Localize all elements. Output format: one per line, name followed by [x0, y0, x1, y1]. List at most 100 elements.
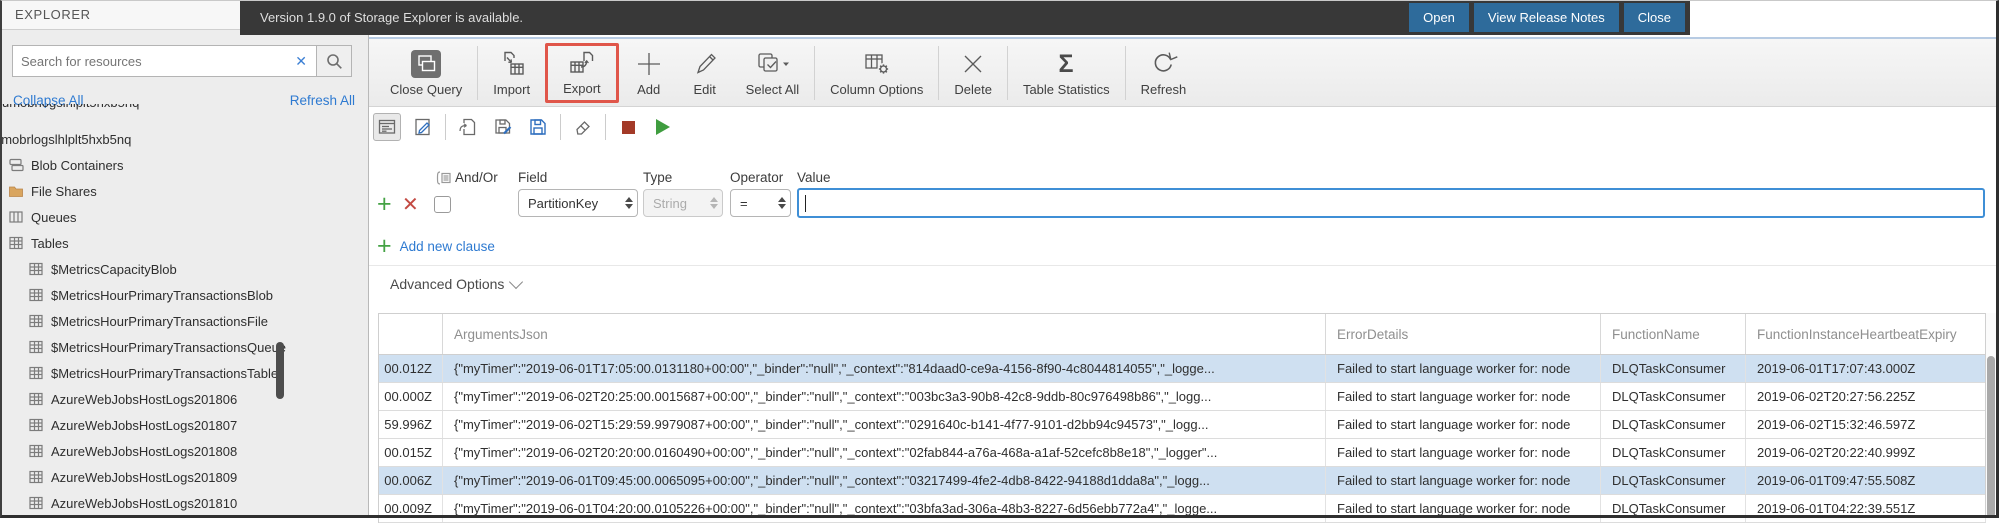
- search-icon: [326, 53, 343, 70]
- clear-query-button[interactable]: [570, 114, 596, 140]
- tree-item-table[interactable]: AzureWebJobsHostLogs201808: [0, 438, 368, 464]
- table-icon: [28, 391, 44, 407]
- save-query-icon: [528, 117, 548, 137]
- tree-item-queues[interactable]: Queues: [0, 204, 368, 230]
- column-header-argumentsjson[interactable]: ArgumentsJson: [443, 314, 1326, 354]
- column-header-heartbeatexpiry[interactable]: FunctionInstanceHeartbeatExpiry: [1746, 314, 1986, 354]
- toolbar-separator: [1125, 46, 1126, 100]
- sidebar-scrollbar[interactable]: [276, 342, 284, 399]
- stop-button[interactable]: [615, 114, 641, 140]
- tree-item-table[interactable]: AzureWebJobsHostLogs201810: [0, 490, 368, 516]
- table-statistics-button[interactable]: Σ Table Statistics: [1010, 49, 1123, 97]
- tree-item-storage-account[interactable]: umobrlogslhlplt5hxb5nq: [0, 126, 368, 152]
- run-button[interactable]: [650, 114, 676, 140]
- table-row[interactable]: 00.009Z {"myTimer":"2019-06-01T04:20:00.…: [379, 495, 1986, 523]
- table-icon: [28, 313, 44, 329]
- remove-clause-button[interactable]: ✕: [402, 189, 419, 219]
- search-button[interactable]: [316, 45, 352, 77]
- column-header-functionname[interactable]: FunctionName: [1601, 314, 1746, 354]
- table-row[interactable]: 00.015Z {"myTimer":"2019-06-02T20:20:00.…: [379, 439, 1986, 467]
- plus-icon: +: [377, 233, 392, 259]
- table-scrollbar-thumb[interactable]: [1987, 356, 1995, 518]
- query-editor-toolbar: [373, 113, 676, 141]
- table-icon: [28, 495, 44, 511]
- value-input[interactable]: [797, 188, 1985, 218]
- text-editor-button[interactable]: [410, 114, 436, 140]
- andor-header: And/Or: [435, 170, 498, 185]
- results-table: ArgumentsJson ErrorDetails FunctionName …: [378, 313, 1986, 523]
- text-cursor: [805, 195, 806, 212]
- update-notification-bar: Version 1.9.0 of Storage Explorer is ava…: [240, 0, 1690, 35]
- tree-item-table[interactable]: AzureWebJobsHostLogs201806: [0, 386, 368, 412]
- tree-item-clipped[interactable]: umobrlogslhlplt5hxb5nq: [0, 104, 368, 126]
- toolbar-separator: [560, 114, 561, 140]
- table-row[interactable]: 00.006Z {"myTimer":"2019-06-01T09:45:00.…: [379, 467, 1986, 495]
- clear-query-icon: [573, 117, 593, 137]
- add-button[interactable]: Add: [621, 49, 677, 97]
- tree-item-blob-containers[interactable]: Blob Containers: [0, 152, 368, 178]
- save-query-as-icon: [493, 117, 513, 137]
- table-icon: [28, 365, 44, 381]
- export-icon: [567, 48, 597, 78]
- tree-item-table[interactable]: $MetricsHourPrimaryTransactionsBlob: [0, 282, 368, 308]
- save-query-button[interactable]: [525, 114, 551, 140]
- view-release-notes-button[interactable]: View Release Notes: [1474, 3, 1619, 32]
- clear-search-icon[interactable]: ✕: [286, 53, 316, 70]
- refresh-icon: [1148, 49, 1178, 79]
- table-icon: [28, 261, 44, 277]
- tree-item-table[interactable]: AzureWebJobsHostLogs201807: [0, 412, 368, 438]
- select-all-button[interactable]: Select All: [733, 49, 812, 97]
- group-clauses-icon: [435, 171, 451, 185]
- value-header: Value: [797, 170, 831, 185]
- chevron-down-icon: [509, 275, 523, 289]
- close-notification-button[interactable]: Close: [1624, 3, 1685, 32]
- add-icon: [634, 49, 664, 79]
- open-query-button[interactable]: [455, 114, 481, 140]
- tree-item-table[interactable]: AzureWebJobsHostLogs201809: [0, 464, 368, 490]
- notification-message: Version 1.9.0 of Storage Explorer is ava…: [240, 10, 1409, 25]
- main-panel: Close Query Import Export: [369, 0, 1999, 518]
- tree-item-table[interactable]: $MetricsHourPrimaryTransactionsQueue: [0, 334, 368, 360]
- toolbar-separator: [445, 114, 446, 140]
- column-header[interactable]: [379, 314, 443, 354]
- delete-button[interactable]: Delete: [941, 49, 1005, 97]
- operator-select[interactable]: =: [730, 189, 791, 217]
- export-button[interactable]: Export: [550, 48, 614, 96]
- select-stepper-icon: [773, 197, 790, 209]
- open-update-button[interactable]: Open: [1409, 3, 1469, 32]
- add-new-clause-link[interactable]: + Add new clause: [377, 233, 495, 259]
- table-row[interactable]: 00.000Z {"myTimer":"2019-06-02T20:25:00.…: [379, 383, 1986, 411]
- tree-item-table[interactable]: $MetricsCapacityBlob: [0, 256, 368, 282]
- tree-item-tables[interactable]: Tables: [0, 230, 368, 256]
- tables-icon: [8, 235, 24, 251]
- select-stepper-icon: [620, 197, 637, 209]
- refresh-button[interactable]: Refresh: [1128, 49, 1200, 97]
- toolbar-separator: [814, 46, 815, 100]
- edit-button[interactable]: Edit: [677, 49, 733, 97]
- tree-item-file-shares[interactable]: File Shares: [0, 178, 368, 204]
- select-stepper-icon: [705, 197, 722, 209]
- search-input[interactable]: [13, 54, 286, 69]
- close-query-icon: [409, 49, 443, 79]
- section-divider: [369, 265, 1999, 266]
- run-icon: [656, 119, 670, 135]
- query-builder-button[interactable]: [373, 113, 401, 141]
- field-select[interactable]: PartitionKey: [518, 189, 638, 217]
- column-options-button[interactable]: Column Options: [817, 49, 936, 97]
- save-query-as-button[interactable]: [490, 114, 516, 140]
- table-row[interactable]: 59.996Z {"myTimer":"2019-06-02T15:29:59.…: [379, 411, 1986, 439]
- table-row[interactable]: 00.012Z {"myTimer":"2019-06-01T17:05:00.…: [379, 355, 1986, 383]
- import-button[interactable]: Import: [480, 49, 543, 97]
- toolbar-separator: [477, 46, 478, 100]
- type-select[interactable]: String: [643, 189, 723, 217]
- tree-item-table[interactable]: $MetricsHourPrimaryTransactionsFile: [0, 308, 368, 334]
- explorer-sidebar: EXPLORER ✕ Collapse All Refresh All umob…: [0, 0, 369, 518]
- advanced-options-toggle[interactable]: Advanced Options: [390, 276, 521, 292]
- add-clause-button[interactable]: +: [377, 189, 392, 219]
- close-query-button[interactable]: Close Query: [377, 49, 475, 97]
- clause-checkbox[interactable]: [434, 196, 451, 213]
- column-header-errordetails[interactable]: ErrorDetails: [1326, 314, 1601, 354]
- toolbar-separator: [1007, 46, 1008, 100]
- open-query-icon: [458, 117, 478, 137]
- tree-item-table[interactable]: $MetricsHourPrimaryTransactionsTable: [0, 360, 368, 386]
